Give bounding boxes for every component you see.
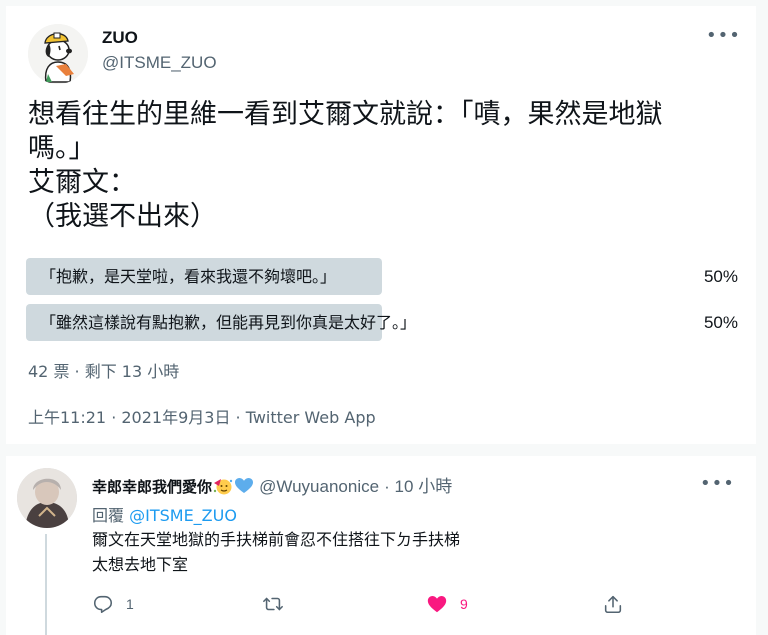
share-button[interactable]: [602, 593, 636, 615]
reply-count: 1: [126, 596, 134, 612]
main-tweet: ZUO @ITSME_ZUO ••• 想看往生的里維一看到艾爾文就說：「嘖，果然…: [6, 6, 756, 444]
retweet-button[interactable]: [262, 593, 296, 615]
reply-handle[interactable]: @Wuyuanonice: [259, 477, 379, 496]
avatar[interactable]: [17, 468, 77, 528]
like-button[interactable]: 9: [426, 593, 468, 615]
user-handle[interactable]: @ITSME_ZUO: [102, 53, 217, 73]
poll-option-1: 「抱歉，是天堂啦，看來我還不夠壞吧。」 50%: [26, 258, 738, 295]
replying-to-mention[interactable]: @ITSME_ZUO: [129, 506, 237, 525]
avatar-snoopy-illustration: [28, 24, 88, 84]
poll-option-label: 「雖然這樣說有點抱歉，但能再見到你真是太好了。」: [40, 313, 417, 332]
more-icon[interactable]: •••: [706, 26, 740, 46]
replying-to-label: 回覆: [92, 506, 125, 525]
reply-header: 幸郎幸郎我們愛你 @Wuyuanonice · 10 小時: [92, 472, 452, 497]
poll-option-percent: 50%: [703, 313, 738, 332]
poll-option-label: 「抱歉，是天堂啦，看來我還不夠壞吧。」: [40, 267, 337, 286]
avatar-photo: [17, 468, 77, 528]
poll-meta: 42 票 · 剩下 13 小時: [28, 362, 180, 381]
heart-filled-icon: [427, 596, 447, 613]
blue-heart-icon: [234, 477, 254, 495]
retweet-icon: [263, 597, 283, 611]
poll-option-percent: 50%: [703, 267, 738, 286]
share-icon: [604, 595, 622, 614]
reply-time[interactable]: · 10 小時: [384, 477, 452, 496]
reply-text: 爾文在天堂地獄的手扶梯前會忍不住搭往下ㄉ手扶梯 太想去地下室: [92, 530, 461, 574]
tweet-timestamp[interactable]: 上午11:21 · 2021年9月3日 · Twitter Web App: [28, 404, 376, 428]
poll-option-2: 「雖然這樣說有點抱歉，但能再見到你真是太好了。」 50%: [26, 304, 738, 341]
more-icon[interactable]: •••: [700, 474, 734, 494]
reply-button[interactable]: 1: [92, 593, 134, 615]
party-face-icon: [212, 477, 234, 495]
display-name[interactable]: ZUO: [102, 28, 138, 48]
thread-line: [45, 534, 47, 635]
replying-to: 回覆 @ITSME_ZUO: [92, 502, 237, 526]
comment-icon: [93, 595, 113, 614]
reply-tweet[interactable]: 幸郎幸郎我們愛你 @Wuyuanonice · 10 小時 ••• 回覆 @IT…: [6, 456, 756, 635]
avatar[interactable]: [28, 24, 88, 84]
tweet-text: 想看往生的里維一看到艾爾文就說：「嘖，果然是地獄 嗎。」 艾爾文： （我選不出來…: [28, 99, 663, 232]
like-count: 9: [460, 596, 468, 612]
reply-display-name[interactable]: 幸郎幸郎我們愛你: [92, 478, 212, 496]
